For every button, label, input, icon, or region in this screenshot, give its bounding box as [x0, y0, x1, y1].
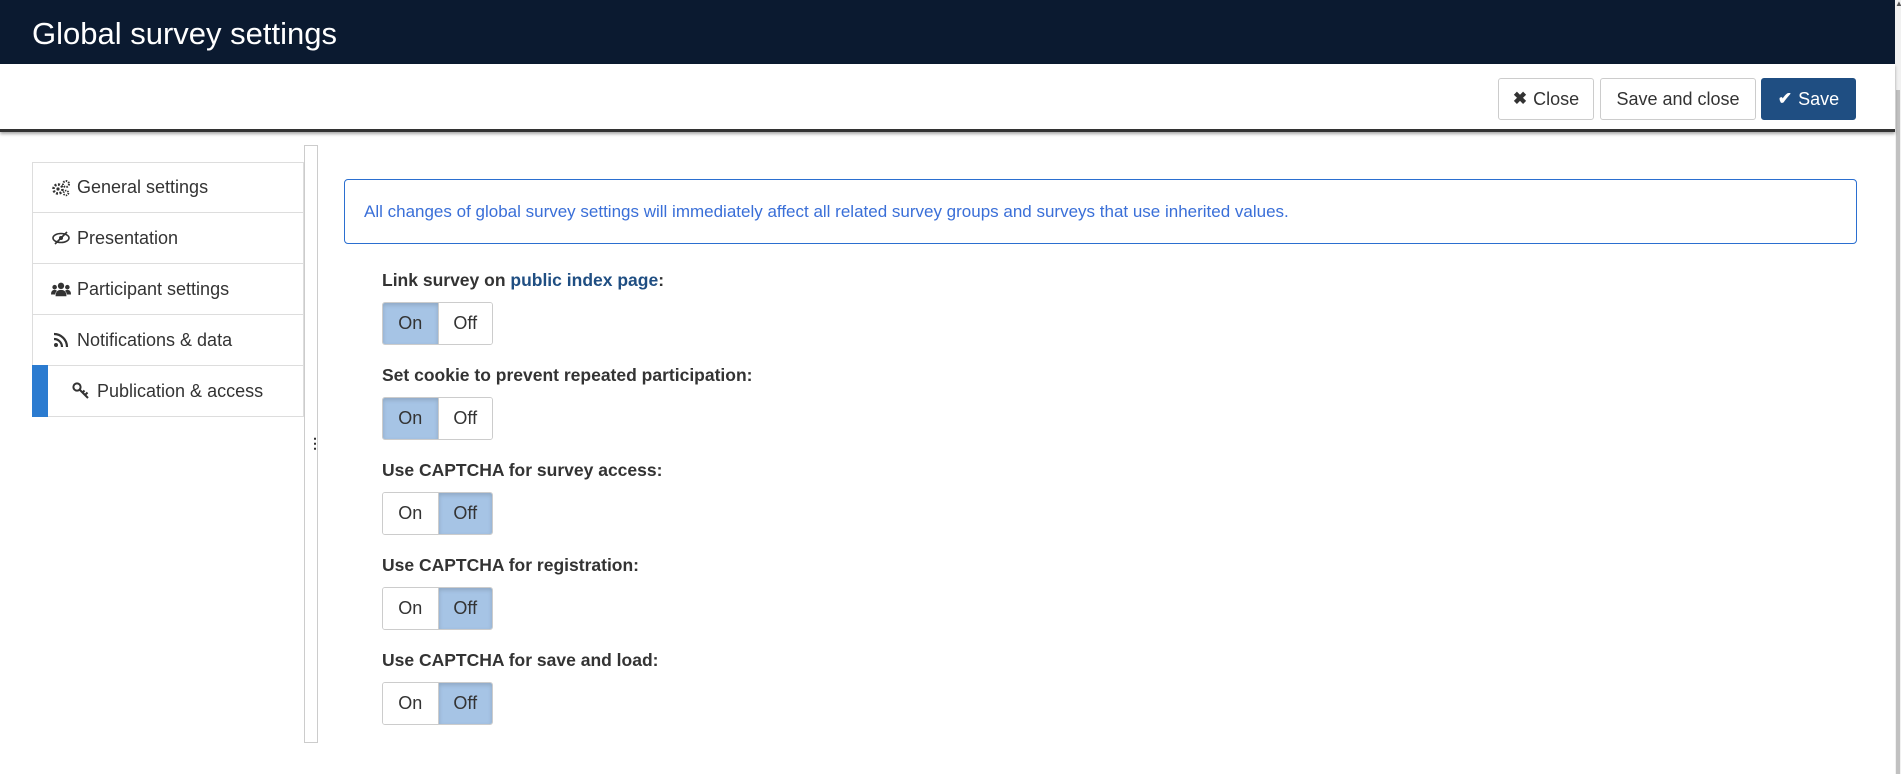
save-button-label: Save [1798, 88, 1840, 109]
save-and-close-button[interactable]: Save and close [1600, 78, 1756, 120]
page-scrollbar[interactable]: ▲ [1895, 0, 1901, 774]
setting-label: Link survey on public index page: [382, 270, 664, 294]
setting-captcha-registration: Use CAPTCHA for registration: On Off [382, 555, 639, 630]
toggle-off-option[interactable]: Off [437, 588, 492, 629]
setting-captcha-access: Use CAPTCHA for survey access: On Off [382, 460, 662, 535]
sidebar-item-publication-access[interactable]: Publication & access [32, 365, 304, 417]
sidebar-item-presentation[interactable]: Presentation [32, 213, 304, 264]
setting-cookie-repeat: Set cookie to prevent repeated participa… [382, 365, 753, 440]
setting-captcha-save-load: Use CAPTCHA for save and load: On Off [382, 650, 659, 725]
toggle-off-option[interactable]: Off [437, 493, 492, 534]
setting-label: Set cookie to prevent repeated participa… [382, 365, 753, 385]
save-button[interactable]: ✔ Save [1761, 78, 1856, 120]
info-notice-text: All changes of global survey settings wi… [364, 201, 1289, 221]
check-icon: ✔ [1777, 89, 1793, 108]
sidebar-item-notifications-data[interactable]: Notifications & data [32, 315, 304, 366]
sidebar-item-participant-settings[interactable]: Participant settings [32, 264, 304, 315]
page-title: Global survey settings [32, 16, 337, 51]
toggle-on-option[interactable]: On [383, 588, 438, 629]
save-and-close-label: Save and close [1616, 88, 1740, 109]
toggle-on-option[interactable]: On [383, 303, 438, 344]
on-off-toggle: On Off [382, 587, 493, 630]
users-icon [51, 281, 71, 297]
toggle-on-option[interactable]: On [383, 398, 438, 439]
setting-label-text: Link survey on [382, 270, 511, 290]
setting-label: Use CAPTCHA for registration: [382, 555, 640, 575]
on-off-toggle: On Off [382, 397, 493, 440]
setting-public-index-link: Link survey on public index page: On Off [382, 270, 664, 345]
action-toolbar: ✖ Close Save and close ✔ Save [0, 64, 1895, 132]
sidebar-item-label: Participant settings [77, 278, 230, 299]
key-icon [71, 382, 91, 400]
on-off-toggle: On Off [382, 682, 493, 725]
close-button-label: Close [1533, 88, 1580, 109]
toggle-on-option[interactable]: On [383, 493, 438, 534]
setting-label: Use CAPTCHA for survey access: [382, 460, 663, 480]
rss-icon [51, 332, 71, 348]
toggle-off-option[interactable]: Off [437, 683, 492, 724]
eye-slash-icon [51, 230, 71, 246]
sidebar-item-general-settings[interactable]: General settings [32, 162, 304, 213]
info-notice: All changes of global survey settings wi… [344, 179, 1857, 244]
gears-icon [51, 179, 71, 197]
public-index-page-link[interactable]: public index page [510, 270, 658, 290]
sidebar-item-label: Publication & access [97, 380, 264, 401]
scroll-up-icon[interactable]: ▲ [1895, 0, 1901, 8]
top-header: Global survey settings [0, 0, 1895, 64]
setting-label: Use CAPTCHA for save and load: [382, 650, 659, 670]
setting-label-colon: : [658, 270, 665, 290]
settings-sidebar: General settings Presentation Participan… [32, 162, 304, 417]
drag-grip-icon[interactable]: ⋮ [308, 436, 322, 450]
on-off-toggle: On Off [382, 492, 493, 535]
scrollbar-thumb[interactable] [1896, 90, 1900, 774]
sidebar-item-label: Notifications & data [77, 329, 233, 350]
on-off-toggle: On Off [382, 302, 493, 345]
toggle-off-option[interactable]: Off [437, 303, 492, 344]
toggle-on-option[interactable]: On [383, 683, 438, 724]
toggle-off-option[interactable]: Off [437, 398, 492, 439]
close-icon: ✖ [1512, 89, 1528, 108]
sidebar-item-label: Presentation [77, 227, 179, 248]
sidebar-resize-handle[interactable]: ⋮ [304, 145, 322, 743]
sidebar-item-label: General settings [77, 177, 209, 197]
close-button[interactable]: ✖ Close [1498, 78, 1594, 120]
